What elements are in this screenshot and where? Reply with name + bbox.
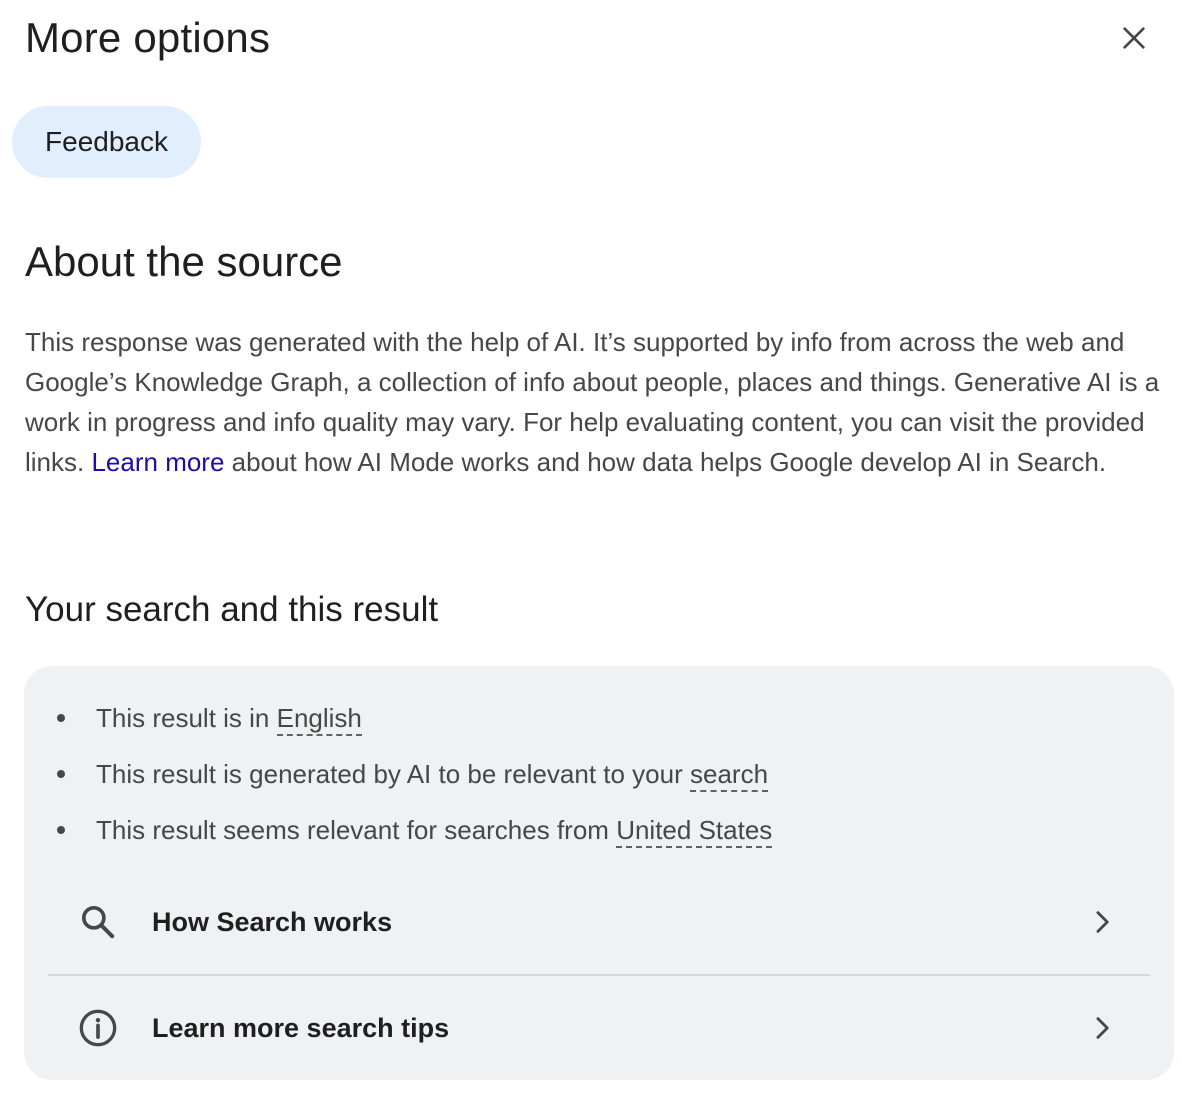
search-result-heading: Your search and this result xyxy=(25,590,439,629)
close-icon xyxy=(1123,27,1145,49)
bullet-prefix: This result is generated by AI to be rel… xyxy=(96,759,690,789)
how-search-works-row[interactable]: How Search works xyxy=(48,872,1150,972)
chevron-right-icon xyxy=(1096,1017,1109,1039)
bullet-dot xyxy=(57,826,65,834)
learn-more-link[interactable]: Learn more xyxy=(91,447,224,477)
search-tips-label: Learn more search tips xyxy=(152,1013,450,1043)
bullet-prefix: This result seems relevant for searches … xyxy=(96,815,617,845)
bullet-text: This result seems relevant for searches … xyxy=(96,806,773,854)
bullet-prefix: This result is in xyxy=(96,703,277,733)
location-term[interactable]: United States xyxy=(616,815,773,848)
search-term[interactable]: search xyxy=(690,759,769,792)
about-source-description: This response was generated with the hel… xyxy=(25,322,1165,482)
chevron-right-icon xyxy=(1096,911,1109,933)
search-icon xyxy=(82,906,115,939)
bullet-text: This result is generated by AI to be rel… xyxy=(96,750,769,798)
how-search-works-label: How Search works xyxy=(152,907,393,937)
dialog-header: More options xyxy=(0,0,1182,80)
row-divider xyxy=(48,974,1150,976)
feedback-button[interactable]: Feedback xyxy=(12,106,201,178)
bullet-dot xyxy=(57,714,65,722)
language-term[interactable]: English xyxy=(276,703,362,736)
dialog-title: More options xyxy=(25,14,271,61)
search-tips-row[interactable]: Learn more search tips xyxy=(48,978,1150,1078)
about-text-after-link: about how AI Mode works and how data hel… xyxy=(224,447,1107,477)
about-source-heading: About the source xyxy=(25,238,343,285)
search-result-card: This result is in English This result is… xyxy=(24,666,1174,1080)
info-icon xyxy=(79,1009,117,1047)
bullet-text: This result is in English xyxy=(96,694,362,742)
close-button[interactable] xyxy=(1108,12,1160,64)
bullet-dot xyxy=(57,770,65,778)
